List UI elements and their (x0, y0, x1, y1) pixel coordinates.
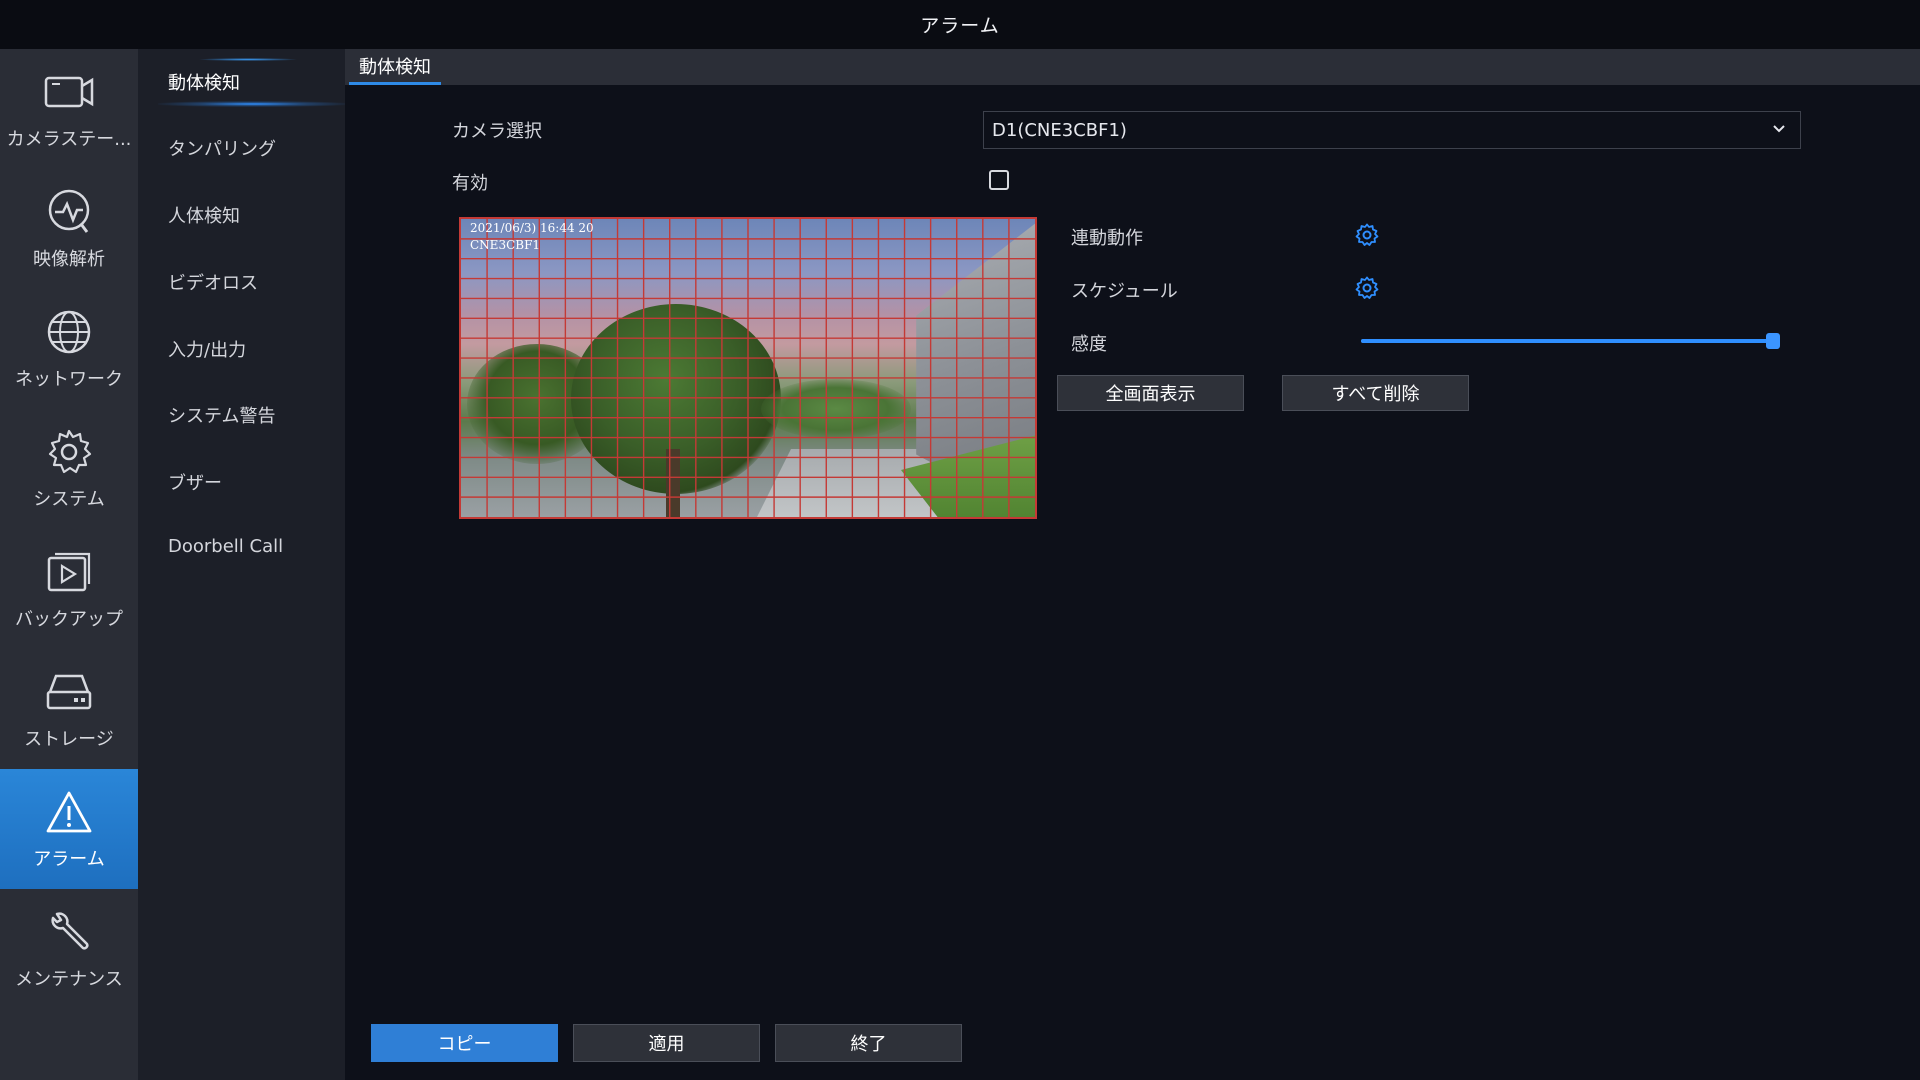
subnav-item-motion[interactable]: 動体検知 (168, 69, 240, 95)
sensitivity-slider-fill (1361, 339, 1773, 343)
window-title: アラーム (0, 0, 1920, 49)
nav-item-alarm[interactable]: アラーム (0, 769, 138, 889)
main-nav: カメラステー... 映像解析 ネットワーク システム バックアップ ストレージ (0, 49, 138, 1080)
linkage-settings-gear-icon[interactable] (1355, 223, 1379, 247)
nav-item-maintenance[interactable]: メンテナンス (0, 889, 138, 1009)
subnav-item-doorbell[interactable]: Doorbell Call (168, 536, 283, 557)
subnav-item-buzzer[interactable]: ブザー (168, 469, 222, 495)
wrench-icon (44, 907, 94, 957)
apply-button[interactable]: 適用 (573, 1024, 760, 1062)
gear-icon (44, 427, 94, 477)
camera-select-value: D1(CNE3CBF1) (992, 119, 1127, 141)
schedule-label: スケジュール (1071, 281, 1178, 302)
nav-item-backup[interactable]: バックアップ (0, 529, 138, 649)
subnav-item-tampering[interactable]: タンパリング (168, 135, 276, 161)
sensitivity-slider-thumb[interactable] (1766, 333, 1780, 349)
nav-item-label: ネットワーク (15, 369, 123, 390)
subnav-item-io[interactable]: 入力/出力 (168, 336, 246, 362)
subnav-item-system-alert[interactable]: システム警告 (168, 402, 275, 428)
clear-all-button[interactable]: すべて削除 (1282, 375, 1469, 411)
linkage-label: 連動動作 (1071, 228, 1143, 249)
subnav-item-videoloss[interactable]: ビデオロス (168, 269, 258, 295)
main-panel: 動体検知 カメラ選択 D1(CNE3CBF1) 有効 2021/06/3) 16… (345, 49, 1920, 1080)
enable-checkbox[interactable] (989, 170, 1009, 190)
nav-item-label: アラーム (33, 849, 105, 870)
motion-area-preview[interactable]: 2021/06/3) 16:44 20 CNE3CBF1 (459, 217, 1037, 519)
sensitivity-label: 感度 (1071, 334, 1107, 355)
nav-item-analytics[interactable]: 映像解析 (0, 169, 138, 289)
sensitivity-slider[interactable] (1361, 333, 1780, 349)
nav-item-label: カメラステー... (6, 129, 132, 150)
chevron-down-icon (1773, 125, 1785, 133)
camera-select[interactable]: D1(CNE3CBF1) (983, 111, 1801, 149)
nav-item-network[interactable]: ネットワーク (0, 289, 138, 409)
nav-item-label: 映像解析 (33, 249, 105, 270)
tab-motion-detection[interactable]: 動体検知 (349, 49, 441, 85)
camera-icon (44, 67, 94, 117)
nav-item-label: システム (33, 489, 105, 510)
copy-button[interactable]: コピー (371, 1024, 558, 1062)
nav-item-system[interactable]: システム (0, 409, 138, 529)
analytics-icon (44, 187, 94, 237)
nav-item-storage[interactable]: ストレージ (0, 649, 138, 769)
active-indicator-top (198, 58, 298, 61)
nav-item-label: ストレージ (24, 729, 114, 750)
warning-icon (44, 787, 94, 837)
osd-camera-name: CNE3CBF1 (470, 238, 541, 252)
nav-item-label: メンテナンス (15, 969, 123, 990)
camera-select-label: カメラ選択 (452, 121, 542, 142)
tab-bar: 動体検知 (345, 49, 1920, 85)
sub-nav: 動体検知 タンパリング 人体検知 ビデオロス 入力/出力 システム警告 ブザー … (138, 49, 348, 1080)
play-backup-icon (44, 547, 94, 597)
hdd-icon (44, 667, 94, 717)
exit-button[interactable]: 終了 (775, 1024, 962, 1062)
globe-icon (44, 307, 94, 357)
active-indicator-bottom (158, 101, 348, 107)
nav-item-camera[interactable]: カメラステー... (0, 49, 138, 169)
osd-timestamp: 2021/06/3) 16:44 20 (470, 221, 594, 235)
schedule-settings-gear-icon[interactable] (1355, 276, 1379, 300)
subnav-item-human[interactable]: 人体検知 (168, 202, 240, 228)
nav-item-label: バックアップ (15, 609, 123, 630)
motion-detection-grid[interactable] (461, 219, 1035, 517)
enable-label: 有効 (452, 173, 488, 194)
fullscreen-button[interactable]: 全画面表示 (1057, 375, 1244, 411)
